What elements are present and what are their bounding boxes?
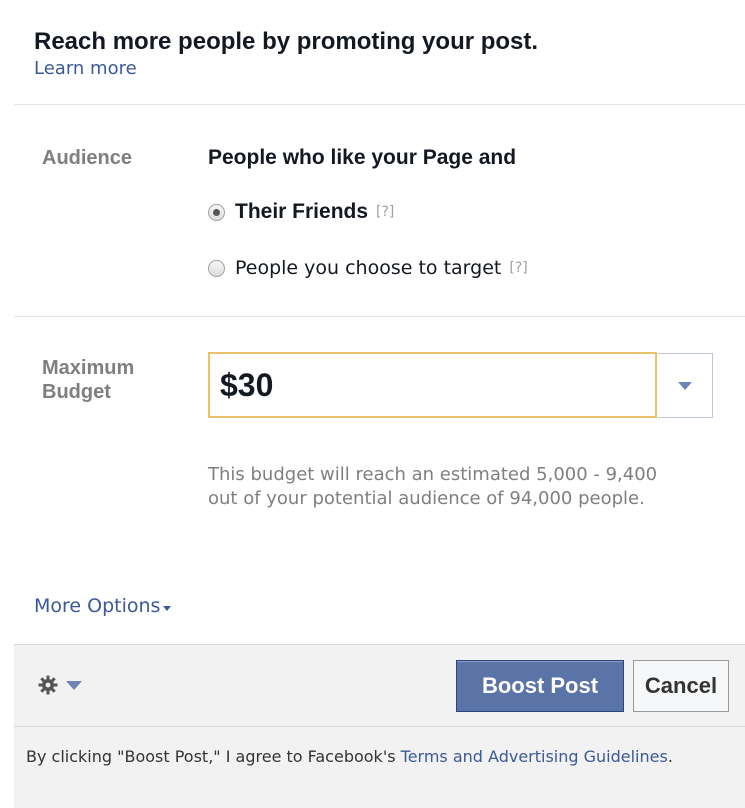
legal-suffix: . <box>667 747 673 766</box>
legal-text: By clicking "Boost Post," I agree to Fac… <box>26 747 401 766</box>
divider <box>14 104 745 105</box>
radio-their-friends-label: Their Friends <box>235 200 369 223</box>
caret-down-icon <box>163 605 172 611</box>
audience-label: Audience <box>42 147 133 169</box>
terms-link[interactable]: Terms and Advertising Guidelines <box>401 747 668 766</box>
chevron-down-icon <box>66 680 82 690</box>
divider <box>14 316 745 317</box>
dialog-header: Reach more people by promoting your post… <box>34 28 725 81</box>
budget-input[interactable]: $30 <box>208 352 657 418</box>
budget-label-line2: Budget <box>42 381 111 403</box>
help-icon[interactable]: [?] <box>509 260 527 276</box>
more-options-label[interactable]: More Options <box>34 594 160 618</box>
dialog-footer: Boost Post Cancel By clicking "Boost Pos… <box>14 644 745 808</box>
footer-action-bar: Boost Post Cancel <box>14 645 745 727</box>
gear-icon <box>38 675 58 695</box>
dialog-title: Reach more people by promoting your post… <box>34 28 539 55</box>
budget-label: Maximum Budget <box>42 356 134 404</box>
boost-post-button[interactable]: Boost Post <box>456 660 624 712</box>
boost-post-dialog: Reach more people by promoting your post… <box>0 0 745 808</box>
help-icon[interactable]: [?] <box>376 204 394 220</box>
radio-button[interactable] <box>208 259 225 277</box>
budget-value: $30 <box>220 366 274 403</box>
radio-custom-target[interactable]: People you choose to target [?] <box>208 257 528 279</box>
budget-dropdown-button[interactable] <box>658 353 713 418</box>
budget-estimate-text: This budget will reach an estimated 5,00… <box>208 464 658 509</box>
cancel-button[interactable]: Cancel <box>633 660 729 712</box>
radio-their-friends[interactable]: Their Friends [?] <box>208 200 394 224</box>
chevron-down-icon <box>678 381 692 390</box>
more-options-link[interactable]: More Options <box>34 594 172 618</box>
radio-custom-target-label: People you choose to target <box>235 257 502 279</box>
audience-heading: People who like your Page and <box>208 146 517 169</box>
learn-more-link[interactable]: Learn more <box>34 57 137 81</box>
radio-button-selected[interactable] <box>208 203 225 221</box>
settings-menu-button[interactable] <box>38 675 82 695</box>
budget-label-line1: Maximum <box>42 357 135 379</box>
legal-notice: By clicking "Boost Post," I agree to Fac… <box>26 743 726 771</box>
